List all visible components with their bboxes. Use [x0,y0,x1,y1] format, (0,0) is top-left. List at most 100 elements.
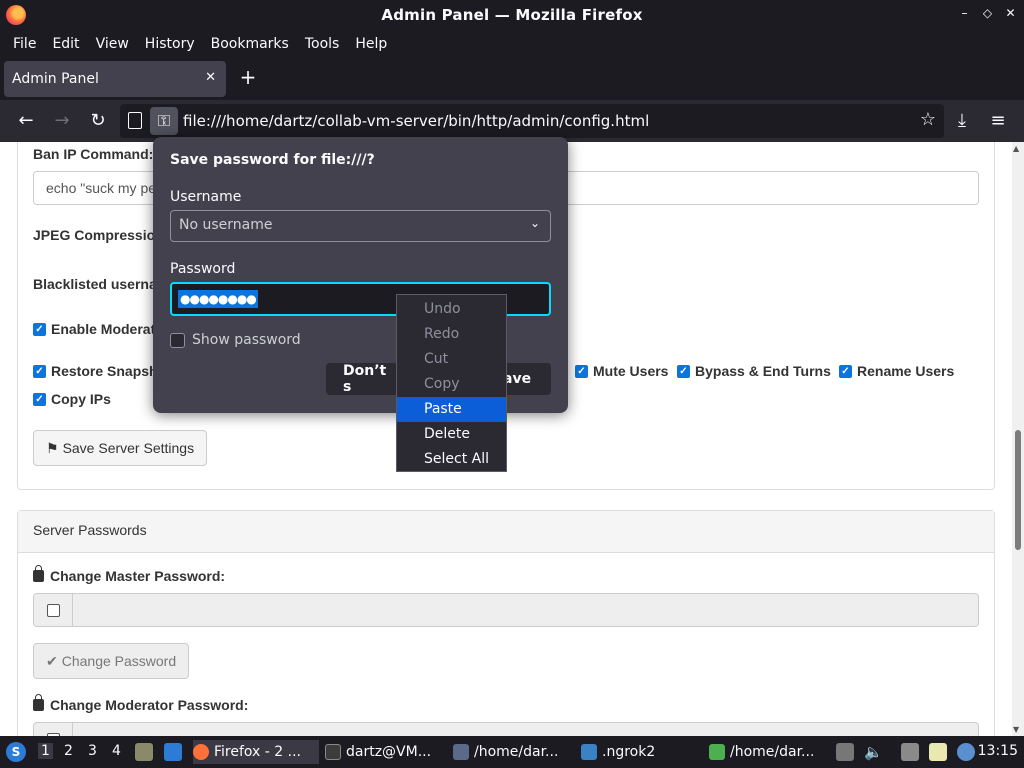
username-value: No username [179,217,273,233]
task-firefox[interactable]: Firefox - 2 ... [193,740,319,764]
text-editor-icon [453,744,469,760]
checkbox-checked-icon: ✓ [33,322,46,336]
tab-close-icon[interactable]: ✕ [205,70,216,85]
tab-admin-panel[interactable]: Admin Panel ✕ [4,61,226,97]
dont-save-button[interactable]: Don’t s [326,363,398,395]
new-tab-button[interactable]: + [236,66,260,90]
server-passwords-heading: Server Passwords [33,522,147,538]
ctx-delete[interactable]: Delete [397,422,506,447]
url-bar[interactable]: ⚿ file:///home/dartz/collab-vm-server/bi… [120,104,944,138]
ctx-copy[interactable]: Copy [397,372,506,397]
window-titlebar: Admin Panel — Mozilla Firefox – ◇ ✕ [0,0,1024,30]
workspace-4[interactable]: 4 [112,743,121,759]
menu-history[interactable]: History [138,36,202,52]
restore-snapshot-checkbox[interactable]: ✓ Restore Snapsh [33,363,158,379]
firefox-task-icon [193,744,209,760]
show-password-checkbox[interactable]: Show password [170,332,301,348]
chevron-down-icon: ⌄ [529,216,540,230]
username-label: Username [170,189,242,205]
context-menu: Undo Redo Cut Copy Paste Delete Select A… [396,294,507,472]
ctx-select-all[interactable]: Select All [397,447,506,472]
scroll-down-icon[interactable]: ▼ [1013,725,1019,734]
enable-moderator-checkbox[interactable]: ✓ Enable Moderat [33,321,155,337]
folder-icon [581,744,597,760]
bookmark-star-icon[interactable]: ☆ [920,109,936,130]
save-flag-icon: ⚑ [46,439,59,456]
master-password-checkbox[interactable] [47,604,60,617]
copy-ips-checkbox[interactable]: ✓ Copy IPs [33,391,111,407]
menu-file[interactable]: File [6,36,43,52]
start-menu-icon[interactable]: S [6,742,26,762]
master-password-input[interactable] [73,593,979,627]
volume-icon[interactable]: 🔈 [864,743,883,761]
workspace-2[interactable]: 2 [64,743,73,759]
page-scrollbar[interactable]: ▲ ▼ [1012,142,1024,736]
forward-button[interactable]: → [50,109,74,133]
checkbox-checked-icon: ✓ [33,392,46,406]
rename-users-checkbox[interactable]: ✓ Rename Users [839,363,954,379]
task-notes[interactable]: /home/dar... [709,740,827,764]
bypass-end-turns-checkbox[interactable]: ✓ Bypass & End Turns [677,363,831,379]
scroll-up-icon[interactable]: ▲ [1013,144,1019,153]
hamburger-menu-icon[interactable]: ≡ [986,109,1010,133]
key-icon[interactable]: ⚿ [150,107,178,135]
panel-heading: Server Passwords [18,511,994,553]
clock: 13:15 [977,743,1018,759]
desktop-launcher-icon[interactable] [164,743,182,761]
task-editor[interactable]: /home/dar... [453,740,571,764]
checkbox-checked-icon: ✓ [575,364,588,378]
notes-tray-icon[interactable] [929,743,947,761]
tab-label: Admin Panel [12,71,99,87]
checkbox-unchecked-icon [170,332,185,348]
back-button[interactable]: ← [14,109,38,133]
menu-bookmarks[interactable]: Bookmarks [204,36,296,52]
moderator-password-addon [33,722,73,736]
checkbox-checked-icon: ✓ [33,364,46,378]
checkbox-checked-icon: ✓ [677,364,690,378]
ctx-redo[interactable]: Redo [397,322,506,347]
menu-edit[interactable]: Edit [45,36,86,52]
screen: Admin Panel — Mozilla Firefox – ◇ ✕ File… [0,0,1024,768]
clipboard-icon[interactable] [836,743,854,761]
downloads-icon[interactable]: ⤓ [950,109,974,133]
taskbar: S 1 2 3 4 Firefox - 2 ... dartz@VM... /h… [0,736,1024,768]
close-icon[interactable]: ✕ [1003,6,1018,21]
username-select[interactable]: No username ⌄ [170,210,551,242]
info-icon[interactable] [957,743,975,761]
ctx-undo[interactable]: Undo [397,297,506,322]
reload-button[interactable]: ↻ [86,109,110,133]
workspace-3[interactable]: 3 [88,743,97,759]
menu-bar: File Edit View History Bookmarks Tools H… [0,30,1024,58]
task-terminal[interactable]: dartz@VM... [325,740,443,764]
restore-icon[interactable]: ◇ [980,6,995,21]
ctx-cut[interactable]: Cut [397,347,506,372]
moderator-password-input[interactable] [73,722,979,736]
password-masked-value: ●●●●●●●● [178,290,258,308]
menu-view[interactable]: View [89,36,136,52]
master-password-addon [33,593,73,627]
window-title: Admin Panel — Mozilla Firefox [381,6,643,24]
save-server-settings-button[interactable]: ⚑ Save Server Settings [33,430,208,466]
workspace-1[interactable]: 1 [38,743,53,759]
popup-title: Save password for file:///? [170,152,375,168]
network-icon[interactable] [901,743,919,761]
minimize-icon[interactable]: – [957,6,972,21]
change-moderator-password-label: Change Moderator Password: [33,694,248,713]
change-password-button[interactable]: ✔ Change Password [33,643,190,679]
url-text[interactable]: file:///home/dartz/collab-vm-server/bin/… [183,112,649,130]
lock-icon [33,565,44,582]
checkmark-icon: ✔ [46,652,58,669]
menu-tools[interactable]: Tools [298,36,347,52]
jpeg-compression-label: JPEG Compressio [33,227,156,243]
ctx-paste[interactable]: Paste [397,397,506,422]
firefox-icon [6,5,26,25]
terminal-icon [325,744,341,760]
mute-users-checkbox[interactable]: ✓ Mute Users [575,363,668,379]
scrollbar-thumb[interactable] [1015,430,1021,550]
menu-help[interactable]: Help [348,36,394,52]
file-manager-launcher-icon[interactable] [135,743,153,761]
ban-ip-label: Ban IP Command: [33,146,154,162]
password-label: Password [170,261,236,277]
task-folder[interactable]: .ngrok2 [581,740,699,764]
lock-icon [33,694,44,711]
